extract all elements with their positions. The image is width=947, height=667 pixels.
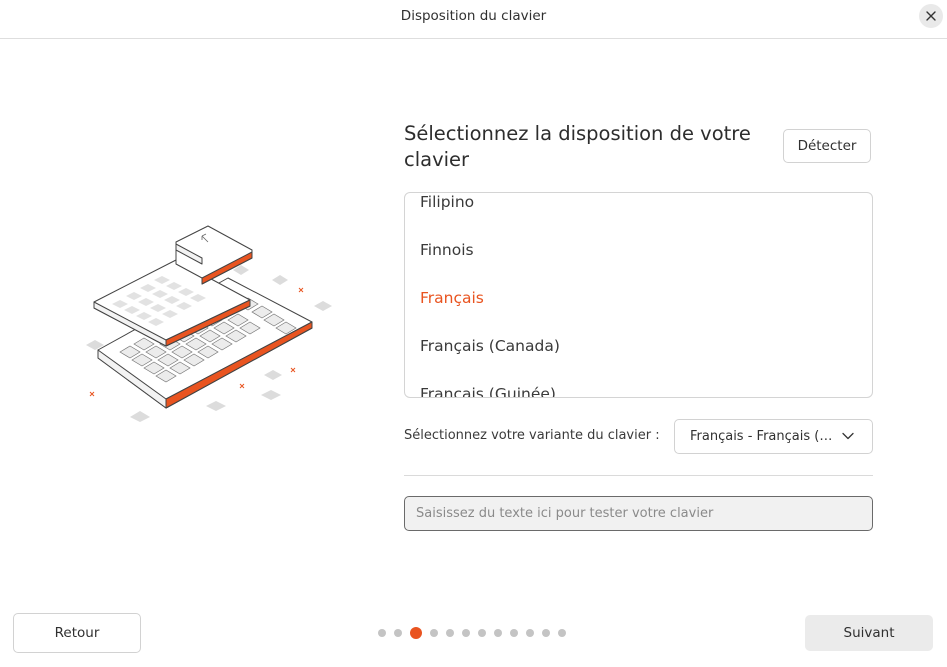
step-dot xyxy=(378,629,386,637)
step-dot xyxy=(542,629,550,637)
step-dot xyxy=(394,629,402,637)
next-button[interactable]: Suivant xyxy=(805,615,933,651)
step-dot xyxy=(430,629,438,637)
step-dot xyxy=(462,629,470,637)
step-dot xyxy=(558,629,566,637)
list-item[interactable]: Finnois xyxy=(405,226,872,274)
step-dot-active xyxy=(410,627,422,639)
step-dot xyxy=(526,629,534,637)
list-item[interactable]: Français (Canada) xyxy=(405,322,872,370)
list-item[interactable]: Filipino xyxy=(405,193,872,226)
close-icon xyxy=(926,11,936,21)
keyboard-test-input[interactable] xyxy=(404,496,873,531)
variant-label: Sélectionnez votre variante du clavier : xyxy=(404,428,660,443)
detect-button[interactable]: Détecter xyxy=(783,129,871,163)
list-item[interactable]: Français (Guinée) xyxy=(405,370,872,397)
back-button[interactable]: Retour xyxy=(13,613,141,653)
title-bar: Disposition du clavier xyxy=(0,0,947,39)
step-dot xyxy=(478,629,486,637)
variant-dropdown[interactable]: Français - Français (… xyxy=(674,419,873,454)
list-item-selected[interactable]: Français xyxy=(405,274,872,322)
keyboard-illustration xyxy=(86,225,332,422)
step-dot xyxy=(510,629,518,637)
step-dot xyxy=(494,629,502,637)
variant-value: Français - Français (… xyxy=(690,429,833,444)
window-title: Disposition du clavier xyxy=(400,8,547,24)
layout-list[interactable]: Filipino Finnois Français Français (Cana… xyxy=(404,192,873,398)
step-dot xyxy=(446,629,454,637)
page-heading: Sélectionnez la disposition de votre cla… xyxy=(404,122,751,171)
divider xyxy=(404,475,873,476)
close-button[interactable] xyxy=(919,4,943,28)
chevron-down-icon xyxy=(842,432,854,440)
